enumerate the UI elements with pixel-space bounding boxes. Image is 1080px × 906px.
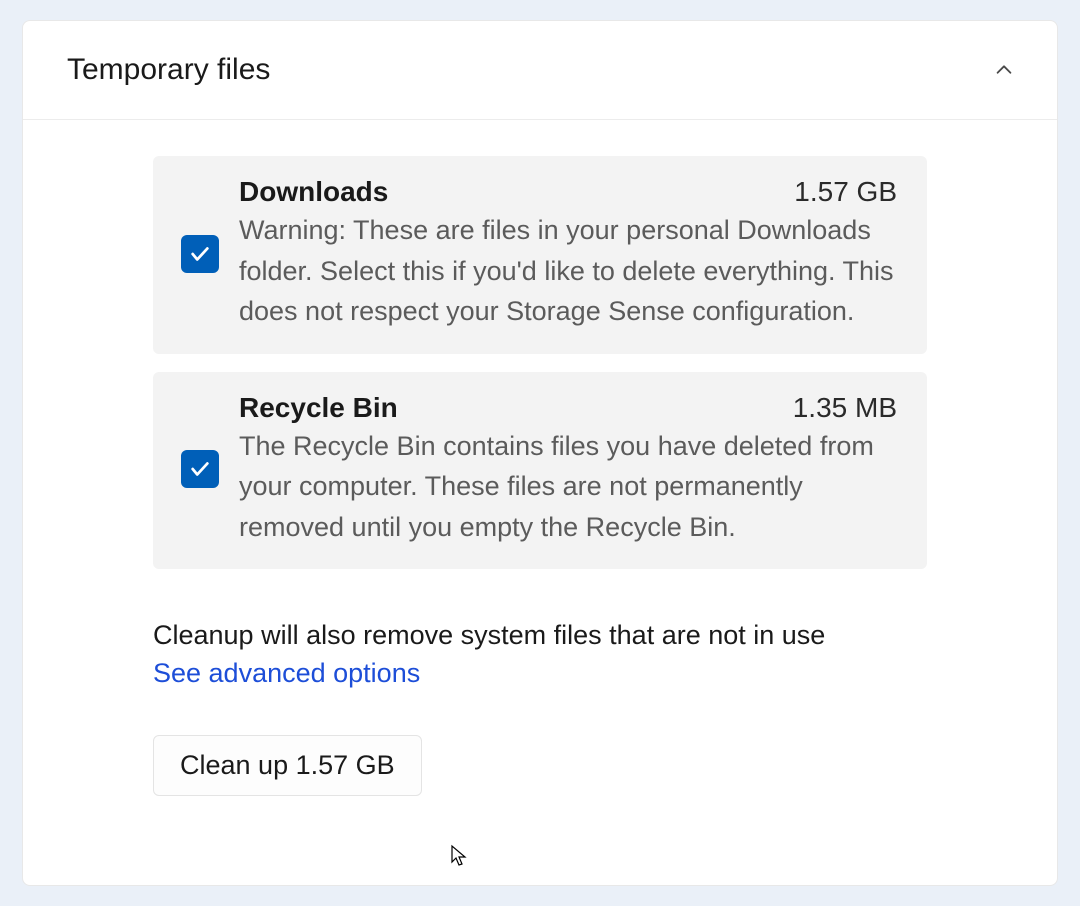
panel-body: Downloads 1.57 GB Warning: These are fil… <box>23 120 1057 836</box>
cleanup-note: Cleanup will also remove system files th… <box>153 615 927 656</box>
item-size: 1.35 MB <box>793 392 897 424</box>
item-title: Recycle Bin <box>239 392 398 424</box>
check-icon <box>189 243 211 265</box>
item-text: Downloads 1.57 GB Warning: These are fil… <box>239 176 897 332</box>
temp-file-item-downloads[interactable]: Downloads 1.57 GB Warning: These are fil… <box>153 156 927 354</box>
item-size: 1.57 GB <box>794 176 897 208</box>
item-head: Recycle Bin 1.35 MB <box>239 392 897 424</box>
advanced-options-link[interactable]: See advanced options <box>153 658 420 689</box>
item-description: The Recycle Bin contains files you have … <box>239 426 897 548</box>
temp-file-item-recycle-bin[interactable]: Recycle Bin 1.35 MB The Recycle Bin cont… <box>153 372 927 570</box>
check-icon <box>189 458 211 480</box>
panel-title: Temporary files <box>67 53 270 87</box>
cleanup-button[interactable]: Clean up 1.57 GB <box>153 735 422 796</box>
item-head: Downloads 1.57 GB <box>239 176 897 208</box>
temporary-files-panel: Temporary files Downloads 1.57 GB Warnin… <box>22 20 1058 886</box>
checkbox-recycle-bin[interactable] <box>181 450 219 488</box>
checkbox-downloads[interactable] <box>181 235 219 273</box>
panel-header[interactable]: Temporary files <box>23 21 1057 120</box>
item-title: Downloads <box>239 176 388 208</box>
item-text: Recycle Bin 1.35 MB The Recycle Bin cont… <box>239 392 897 548</box>
chevron-up-icon <box>993 59 1015 81</box>
item-description: Warning: These are files in your persona… <box>239 210 897 332</box>
